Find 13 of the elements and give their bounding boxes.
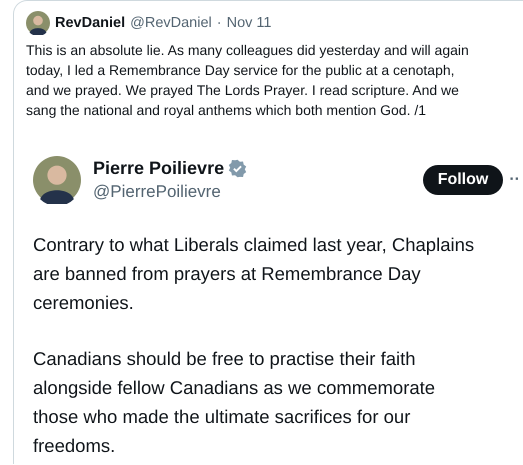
separator: · — [216, 15, 222, 31]
post-date[interactable]: Nov 11 — [226, 15, 272, 31]
post-text: Canadians should be free to practise their faith alongside fellow Canadians as we commemorate those who made the ultimate sacrifices for our freedoms. — [33, 347, 436, 458]
author-handle[interactable]: @PierrePoilievre — [93, 182, 423, 202]
avatar — [26, 11, 50, 35]
author-name[interactable]: RevDaniel — [55, 15, 126, 31]
avatar — [33, 156, 81, 204]
more-button[interactable]: ·· — [509, 171, 520, 189]
author-name[interactable]: Pierre Poilievre — [93, 158, 224, 179]
post-text: This is an absolute lie. As many colleagues did yesterday and will again today, I led a Remembrance Day service for the public at a cenotaph, and we prayed. We prayed The Lords Prayer. I read scripture. And we sang the national and royal anthems which both mention God. /1 — [26, 41, 470, 120]
author-handle[interactable]: @RevDaniel — [130, 15, 212, 31]
follow-button[interactable]: Follow — [422, 165, 504, 195]
post-text: Contrary to what Liberals claimed last year, Chaplains are banned from prayers at Remembrance Day ceremonies. — [33, 233, 476, 315]
